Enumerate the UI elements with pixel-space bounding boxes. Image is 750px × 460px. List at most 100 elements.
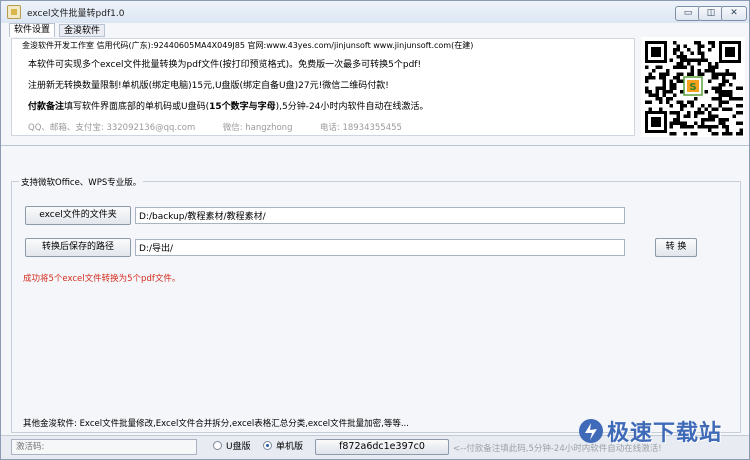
qr-module: [715, 90, 719, 94]
qr-module: [736, 132, 740, 136]
qr-module: [683, 55, 687, 59]
qr-module: [701, 51, 705, 55]
title-bar[interactable]: excel文件批量转pdf1.0 ▭ ◫ ✕: [1, 1, 749, 23]
qr-module: [711, 97, 715, 101]
qr-module: [676, 76, 680, 80]
qr-module: [652, 76, 656, 80]
qr-module: [701, 104, 705, 108]
qr-module: [722, 132, 726, 136]
qr-module: [648, 72, 652, 76]
qr-module: [704, 58, 708, 62]
qr-module: [645, 86, 649, 90]
tab-settings[interactable]: 软件设置: [9, 23, 56, 37]
qr-module: [711, 125, 715, 129]
qr-module: [669, 79, 673, 83]
qr-module: [676, 118, 680, 122]
qr-module: [673, 121, 677, 125]
qr-module: [715, 62, 719, 66]
qr-module: [648, 76, 652, 80]
restore-icon: ◫: [706, 8, 716, 18]
qr-module: [708, 48, 712, 52]
close-button[interactable]: ✕: [721, 6, 747, 21]
tab-jinjun-software[interactable]: 金浚软件: [59, 24, 106, 37]
qr-module: [736, 104, 740, 108]
qr-module: [673, 118, 677, 122]
qr-module: [673, 132, 677, 136]
qr-module: [655, 90, 659, 94]
radio-single-version[interactable]: 单机版: [263, 440, 303, 454]
qr-module: [718, 90, 722, 94]
qr-module: [739, 97, 743, 101]
qr-module: [711, 118, 715, 122]
qr-module: [708, 69, 712, 73]
activation-code-input[interactable]: [11, 439, 197, 455]
qr-module: [701, 125, 705, 129]
qr-module: [694, 111, 698, 115]
qr-module: [662, 90, 666, 94]
qr-module: [718, 86, 722, 90]
qr-module: [729, 97, 733, 101]
watermark-text: 极速下载站: [607, 421, 723, 446]
qr-module: [676, 121, 680, 125]
radio-usb-version[interactable]: U盘版: [213, 440, 251, 454]
qr-module: [704, 118, 708, 122]
qr-module: [739, 128, 743, 132]
qr-module: [648, 107, 652, 111]
qr-module: [708, 41, 712, 45]
success-message: 成功将5个excel文件转换为5个pdf文件。: [23, 274, 181, 284]
qr-module: [694, 58, 698, 62]
qr-module: [697, 69, 701, 73]
qr-module: [736, 111, 740, 115]
qr-module: [673, 86, 677, 90]
qr-module: [708, 114, 712, 118]
qr-module: [715, 114, 719, 118]
qr-module: [676, 72, 680, 76]
qr-module: [697, 111, 701, 115]
qr-module: [701, 58, 705, 62]
convert-button[interactable]: 转 换: [655, 238, 697, 257]
qr-module: [701, 118, 705, 122]
qr-module: [659, 100, 663, 104]
qr-module: [708, 111, 712, 115]
qr-module: [673, 48, 677, 52]
qr-module: [683, 104, 687, 108]
qr-module: [697, 62, 701, 66]
qr-module: [669, 121, 673, 125]
qr-module: [680, 51, 684, 55]
app-icon: [7, 5, 21, 19]
source-folder-input[interactable]: [135, 207, 625, 224]
qr-module: [718, 104, 722, 108]
contact-phone: 电话: 18934355455: [319, 123, 402, 133]
qr-module: [715, 76, 719, 80]
select-output-folder-button[interactable]: 转换后保存的路径: [25, 238, 131, 257]
qr-module: [729, 93, 733, 97]
qr-module: [736, 86, 740, 90]
contact-line: QQ、邮箱、支付宝: 332092136@qq.com 微信: hangzhon…: [28, 121, 402, 133]
select-source-folder-button[interactable]: excel文件的文件夹: [25, 206, 131, 225]
qr-module: [715, 72, 719, 76]
qr-module: [732, 72, 736, 76]
qr-module: [676, 44, 680, 48]
machine-code-box[interactable]: f872a6dc1e397c0: [315, 439, 449, 455]
qr-module: [722, 72, 726, 76]
qr-module: [645, 90, 649, 94]
qr-module: [718, 83, 722, 87]
qr-module: [683, 58, 687, 62]
qr-module: [645, 76, 649, 80]
qr-module: [718, 93, 722, 97]
watermark: 极速下载站: [577, 415, 722, 449]
qr-module: [669, 90, 673, 94]
qr-module: [680, 125, 684, 129]
tab-bar: 软件设置 金浚软件: [1, 23, 749, 37]
qr-module: [655, 97, 659, 101]
qr-module: [694, 121, 698, 125]
payment-note-text: 填写软件界面底部的单机码或U盘码(: [64, 102, 210, 112]
qr-module: [711, 114, 715, 118]
qr-module: [673, 76, 677, 80]
qr-module: [673, 51, 677, 55]
qr-module: [697, 125, 701, 129]
payment-note-end: ),5分钟-24小时内软件自动在线激活。: [275, 102, 429, 112]
qr-module: [659, 76, 663, 80]
output-folder-input[interactable]: [135, 239, 625, 256]
qr-module: [725, 69, 729, 73]
